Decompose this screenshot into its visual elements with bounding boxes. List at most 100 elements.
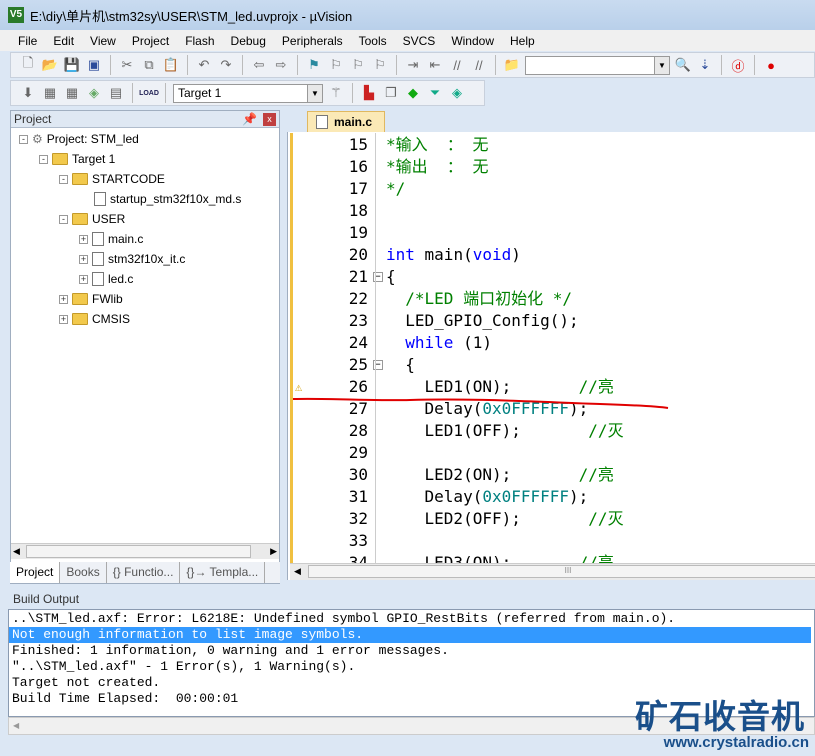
expand-toggle-icon[interactable]: + bbox=[79, 234, 88, 244]
code-editor[interactable]: 15 *输入 ： 无 16 *输出 ： 无 17 */ 18 19 20 int main(voi… bbox=[290, 133, 815, 563]
tree-item[interactable]: - USER bbox=[59, 212, 125, 226]
menu-window[interactable]: Window bbox=[443, 34, 502, 48]
expand-toggle-icon[interactable]: - bbox=[59, 214, 68, 224]
expand-toggle-icon[interactable]: - bbox=[19, 134, 28, 144]
pack-installer-icon[interactable]: ◆ bbox=[404, 84, 422, 102]
scroll-left-icon[interactable]: ◀ bbox=[13, 546, 20, 557]
manage-components-icon[interactable]: ▙ bbox=[360, 84, 378, 102]
tree-item[interactable]: + main.c bbox=[79, 232, 143, 246]
load-icon[interactable]: LOAD bbox=[139, 84, 159, 102]
tab-main-c[interactable]: main.c bbox=[307, 111, 385, 132]
project-hscrollbar[interactable]: ◀ ▶ bbox=[11, 543, 279, 559]
tree-item[interactable]: + FWlib bbox=[59, 292, 123, 306]
redo-icon[interactable]: ↷ bbox=[217, 56, 235, 74]
code-token: Delay( bbox=[386, 487, 483, 506]
scroll-thumb[interactable] bbox=[26, 545, 251, 558]
menu-debug[interactable]: Debug bbox=[223, 34, 274, 48]
menu-view[interactable]: View bbox=[82, 34, 124, 48]
find-icon[interactable]: 🔍 bbox=[674, 56, 692, 74]
copy-icon[interactable]: ⧉ bbox=[140, 56, 158, 74]
find-in-files-icon[interactable]: 📁 bbox=[503, 56, 521, 74]
undo-icon[interactable]: ↶ bbox=[195, 56, 213, 74]
batch-build-icon[interactable]: ◈ bbox=[85, 84, 103, 102]
chevron-down-icon[interactable]: ▼ bbox=[654, 56, 669, 74]
uncomment-icon[interactable]: // bbox=[470, 56, 488, 74]
save-all-icon[interactable]: ▣ bbox=[85, 56, 103, 74]
build-output-line[interactable]: Finished: 1 information, 0 warning and 1… bbox=[12, 643, 814, 659]
next-bookmark-icon[interactable]: ⚐ bbox=[349, 56, 367, 74]
tree-item[interactable]: + led.c bbox=[79, 272, 133, 286]
select-packs-icon[interactable]: ⏷ bbox=[426, 84, 444, 102]
watermark-logo: 矿石收音机 bbox=[635, 698, 805, 735]
translate-icon[interactable]: ⬇ bbox=[19, 84, 37, 102]
expand-toggle-icon[interactable]: + bbox=[79, 254, 88, 264]
paste-icon[interactable]: 📋 bbox=[162, 56, 180, 74]
build-output-line[interactable]: ..\STM_led.axf: Error: L6218E: Undefined… bbox=[12, 611, 814, 627]
clear-bookmarks-icon[interactable]: ⚐ bbox=[371, 56, 389, 74]
expand-toggle-icon[interactable]: - bbox=[39, 154, 48, 164]
comment: //亮 bbox=[578, 553, 614, 563]
bookmark-icon[interactable]: ⚑ bbox=[305, 56, 323, 74]
tree-item[interactable]: - ⚙ Project: STM_led bbox=[19, 132, 139, 146]
menu-peripherals[interactable]: Peripherals bbox=[274, 34, 351, 48]
scroll-thumb[interactable]: III bbox=[308, 565, 815, 578]
menu-svcs[interactable]: SVCS bbox=[395, 34, 444, 48]
debug-session-icon[interactable]: ⓓ bbox=[729, 56, 747, 74]
new-file-icon[interactable]: 🗋 bbox=[19, 55, 37, 74]
tree-item[interactable]: startup_stm32f10x_md.s bbox=[79, 192, 241, 206]
expand-toggle-icon[interactable]: - bbox=[59, 174, 68, 184]
menu-flash[interactable]: Flash bbox=[177, 34, 222, 48]
menu-project[interactable]: Project bbox=[124, 34, 177, 48]
find-combo[interactable]: ▼ bbox=[525, 55, 670, 75]
menu-help[interactable]: Help bbox=[502, 34, 543, 48]
build-output-line[interactable]: Not enough information to list image sym… bbox=[9, 627, 811, 643]
editor-hscrollbar[interactable]: ◀ III bbox=[290, 563, 815, 580]
expand-toggle-icon[interactable]: + bbox=[59, 294, 68, 304]
scroll-right-icon[interactable]: ▶ bbox=[270, 546, 277, 557]
scroll-left-icon[interactable]: ◀ bbox=[294, 566, 301, 577]
project-tab-3[interactable]: {}→ Templa... bbox=[180, 562, 266, 583]
warning-icon[interactable]: ⚠ bbox=[295, 376, 302, 398]
menu-file[interactable]: File bbox=[10, 34, 45, 48]
stop-build-icon[interactable]: ▤ bbox=[107, 84, 125, 102]
build-output-line[interactable]: Target not created. bbox=[12, 675, 814, 691]
line-number: 31 bbox=[348, 487, 368, 506]
project-tab-1[interactable]: Books bbox=[60, 562, 107, 583]
target-options-wand-icon[interactable]: ⚚ bbox=[327, 84, 345, 102]
manage-rte-icon[interactable]: ◈ bbox=[448, 84, 466, 102]
indent-icon[interactable]: ⇥ bbox=[404, 56, 422, 74]
target-select[interactable]: Target 1 ▼ bbox=[173, 83, 323, 103]
pin-icon[interactable]: 📌 bbox=[242, 111, 257, 128]
window-title: E:\diy\单片机\stm32sy\USER\STM_led.uvprojx … bbox=[30, 8, 353, 24]
comment-icon[interactable]: // bbox=[448, 56, 466, 74]
close-icon[interactable]: x bbox=[263, 113, 276, 126]
project-tab-0[interactable]: Project bbox=[10, 562, 61, 583]
tree-item[interactable]: - STARTCODE bbox=[59, 172, 165, 186]
menu-tools[interactable]: Tools bbox=[351, 34, 395, 48]
chevron-down-icon[interactable]: ▼ bbox=[307, 84, 322, 102]
scroll-left-icon[interactable]: ◀ bbox=[13, 721, 19, 730]
rebuild-icon[interactable]: ▦ bbox=[63, 84, 81, 102]
tree-item[interactable]: - Target 1 bbox=[39, 152, 115, 166]
build-output-line[interactable]: "..\STM_led.axf" - 1 Error(s), 1 Warning… bbox=[12, 659, 814, 675]
breakpoint-icon[interactable]: ● bbox=[762, 56, 780, 74]
nav-back-icon[interactable]: ⇦ bbox=[250, 56, 268, 74]
tree-item[interactable]: + stm32f10x_it.c bbox=[79, 252, 185, 266]
expand-toggle-icon[interactable]: + bbox=[59, 314, 68, 324]
tree-item[interactable]: + CMSIS bbox=[59, 312, 130, 326]
cut-icon[interactable]: ✂ bbox=[118, 56, 136, 74]
expand-toggle-icon[interactable]: + bbox=[79, 274, 88, 284]
manage-project-items-icon[interactable]: ❐ bbox=[382, 84, 400, 102]
build-icon[interactable]: ▦ bbox=[41, 84, 59, 102]
code-token: { bbox=[386, 355, 415, 374]
nav-forward-icon[interactable]: ⇨ bbox=[272, 56, 290, 74]
project-tab-2[interactable]: {} Functio... bbox=[107, 562, 181, 583]
open-folder-icon[interactable]: 📂 bbox=[41, 56, 59, 74]
incremental-find-icon[interactable]: ⇣ bbox=[696, 56, 714, 74]
save-icon[interactable]: 💾 bbox=[63, 56, 81, 74]
comment: //亮 bbox=[578, 465, 614, 484]
code-line: 31 Delay(0x0FFFFFF); bbox=[293, 486, 815, 508]
prev-bookmark-icon[interactable]: ⚐ bbox=[327, 56, 345, 74]
menu-edit[interactable]: Edit bbox=[45, 34, 82, 48]
unindent-icon[interactable]: ⇤ bbox=[426, 56, 444, 74]
